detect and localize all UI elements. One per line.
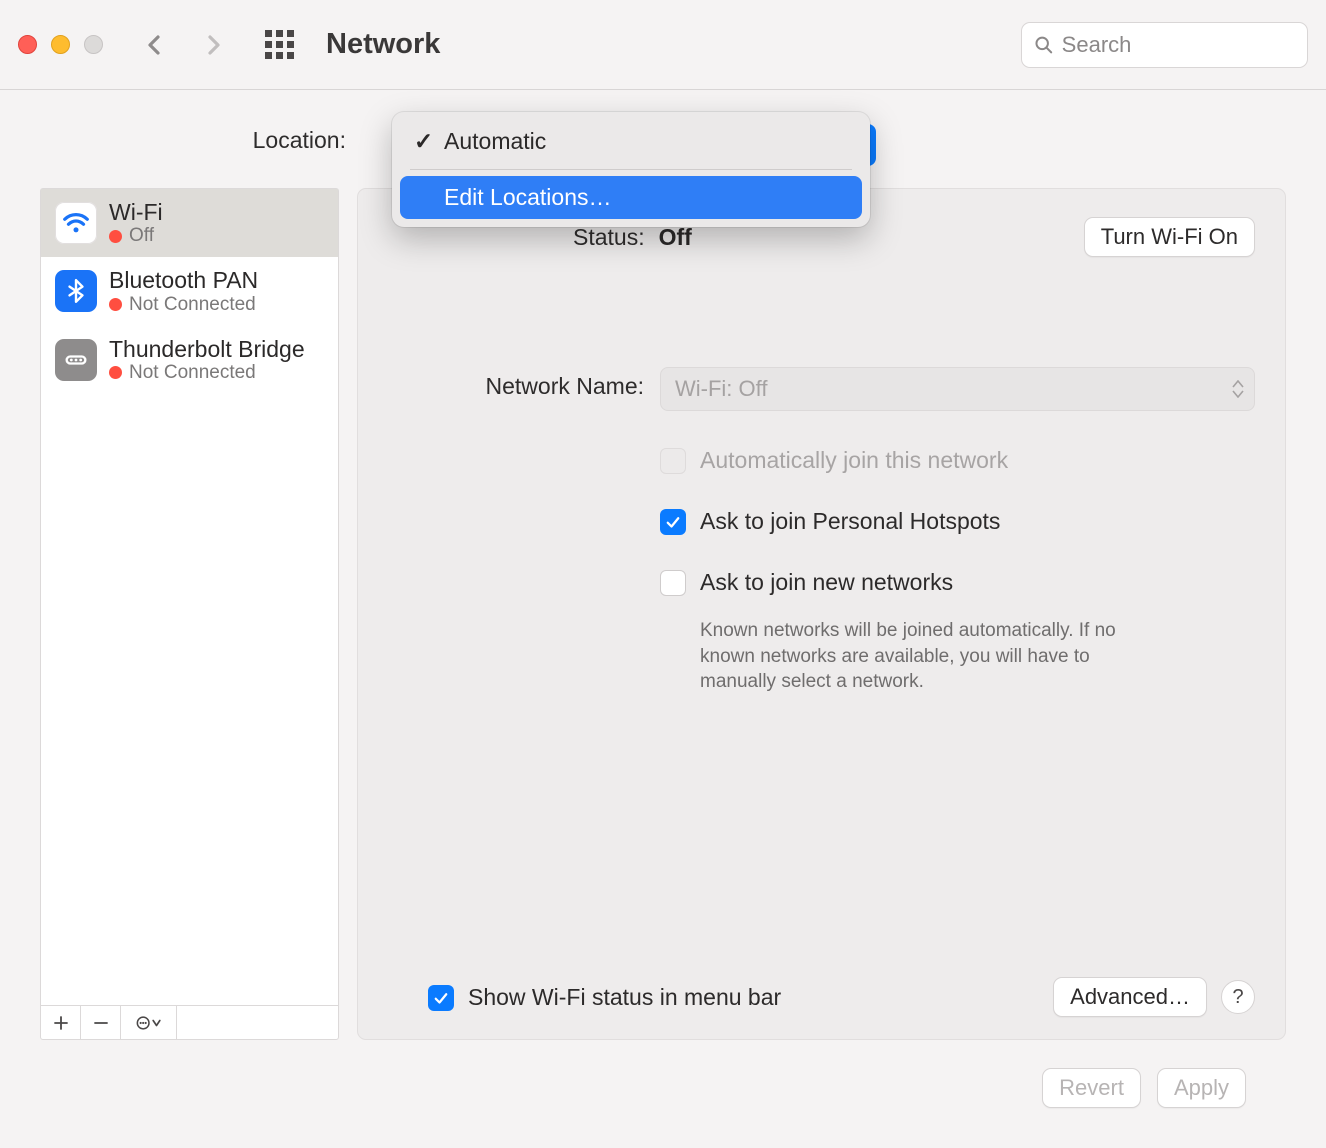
content: Location: Wi-Fi Off	[0, 90, 1326, 1148]
search-icon	[1034, 34, 1054, 56]
bluetooth-icon	[55, 270, 97, 312]
service-text: Wi-Fi Off	[109, 199, 163, 247]
auto-join-checkbox	[660, 448, 686, 474]
service-name: Bluetooth PAN	[109, 267, 258, 293]
minimize-window-button[interactable]	[51, 35, 70, 54]
search-field-wrap	[1021, 22, 1308, 68]
service-status: Off	[129, 225, 154, 247]
ask-hotspots-checkbox[interactable]	[660, 509, 686, 535]
panes: Wi-Fi Off Bluetooth PAN Not Connected	[40, 188, 1286, 1040]
status-dot-icon	[109, 230, 122, 243]
wifi-icon	[55, 202, 97, 244]
status-value: Off	[659, 224, 692, 251]
network-name-value: Wi-Fi: Off	[675, 376, 767, 402]
ellipsis-chevron-icon	[134, 1014, 164, 1032]
search-input[interactable]	[1062, 32, 1295, 58]
ask-hotspots-row: Ask to join Personal Hotspots	[388, 508, 1255, 535]
service-toolbar-spacer	[177, 1006, 338, 1039]
show-menubar-label: Show Wi-Fi status in menu bar	[468, 984, 781, 1011]
main-panel: Status: Off Turn Wi-Fi On Network Name: …	[357, 188, 1286, 1040]
service-item-wifi[interactable]: Wi-Fi Off	[41, 189, 338, 257]
menu-item-label: Automatic	[444, 128, 546, 155]
service-text: Thunderbolt Bridge Not Connected	[109, 336, 305, 384]
service-item-thunderbolt-bridge[interactable]: Thunderbolt Bridge Not Connected	[41, 326, 338, 394]
network-name-row: Network Name: Wi-Fi: Off	[388, 367, 1255, 411]
service-list: Wi-Fi Off Bluetooth PAN Not Connected	[40, 188, 339, 1040]
remove-service-button[interactable]	[81, 1006, 121, 1039]
forward-button[interactable]	[201, 33, 225, 57]
status-dot-icon	[109, 366, 122, 379]
back-button[interactable]	[143, 33, 167, 57]
ask-new-label: Ask to join new networks	[700, 569, 953, 596]
apply-button[interactable]: Apply	[1157, 1068, 1246, 1108]
menu-separator	[410, 169, 852, 170]
window-controls	[18, 35, 103, 54]
wifi-form: Network Name: Wi-Fi: Off Automatically j…	[388, 367, 1255, 695]
advanced-button[interactable]: Advanced…	[1053, 977, 1207, 1017]
service-list-items: Wi-Fi Off Bluetooth PAN Not Connected	[41, 189, 338, 1005]
location-label: Location:	[146, 127, 346, 154]
ask-new-row: Ask to join new networks	[388, 569, 1255, 596]
location-menu: ✓ Automatic Edit Locations…	[392, 112, 870, 227]
menu-item-label: Edit Locations…	[444, 184, 611, 211]
add-service-button[interactable]	[41, 1006, 81, 1039]
zoom-window-button[interactable]	[84, 35, 103, 54]
show-all-prefs-button[interactable]	[265, 30, 294, 59]
checkmark-icon: ✓	[414, 128, 434, 155]
service-name: Thunderbolt Bridge	[109, 336, 305, 362]
service-status: Not Connected	[129, 294, 256, 316]
close-window-button[interactable]	[18, 35, 37, 54]
popup-arrows-icon	[1232, 380, 1244, 398]
toolbar: Network	[0, 0, 1326, 90]
minus-icon	[92, 1014, 110, 1032]
show-menubar-row: Show Wi-Fi status in menu bar	[388, 984, 781, 1011]
revert-button[interactable]: Revert	[1042, 1068, 1141, 1108]
help-button[interactable]: ?	[1221, 980, 1255, 1014]
network-name-label: Network Name:	[388, 367, 644, 400]
location-menu-item-edit[interactable]: Edit Locations…	[400, 176, 862, 219]
show-menubar-checkbox[interactable]	[428, 985, 454, 1011]
location-menu-item-automatic[interactable]: ✓ Automatic	[400, 120, 862, 163]
ask-hotspots-label: Ask to join Personal Hotspots	[700, 508, 1000, 535]
network-name-popup[interactable]: Wi-Fi: Off	[660, 367, 1255, 411]
ask-new-checkbox[interactable]	[660, 570, 686, 596]
service-name: Wi-Fi	[109, 199, 163, 225]
service-list-toolbar	[41, 1005, 338, 1039]
checkmark-icon	[664, 513, 682, 531]
bottom-row: Show Wi-Fi status in menu bar Advanced… …	[388, 977, 1255, 1017]
checkmark-icon	[432, 989, 450, 1007]
service-status: Not Connected	[129, 362, 256, 384]
status-label: Status:	[573, 224, 645, 251]
ask-new-help-text: Known networks will be joined automatica…	[388, 618, 1118, 695]
service-actions-button[interactable]	[121, 1006, 177, 1039]
service-item-bluetooth-pan[interactable]: Bluetooth PAN Not Connected	[41, 257, 338, 325]
pane-title: Network	[326, 28, 440, 61]
thunderbolt-icon	[55, 339, 97, 381]
service-text: Bluetooth PAN Not Connected	[109, 267, 258, 315]
plus-icon	[52, 1014, 70, 1032]
nav-arrows	[143, 33, 225, 57]
auto-join-label: Automatically join this network	[700, 447, 1008, 474]
auto-join-row: Automatically join this network	[388, 447, 1255, 474]
status-dot-icon	[109, 298, 122, 311]
footer-buttons: Revert Apply	[40, 1040, 1286, 1148]
turn-wifi-on-button[interactable]: Turn Wi-Fi On	[1084, 217, 1255, 257]
